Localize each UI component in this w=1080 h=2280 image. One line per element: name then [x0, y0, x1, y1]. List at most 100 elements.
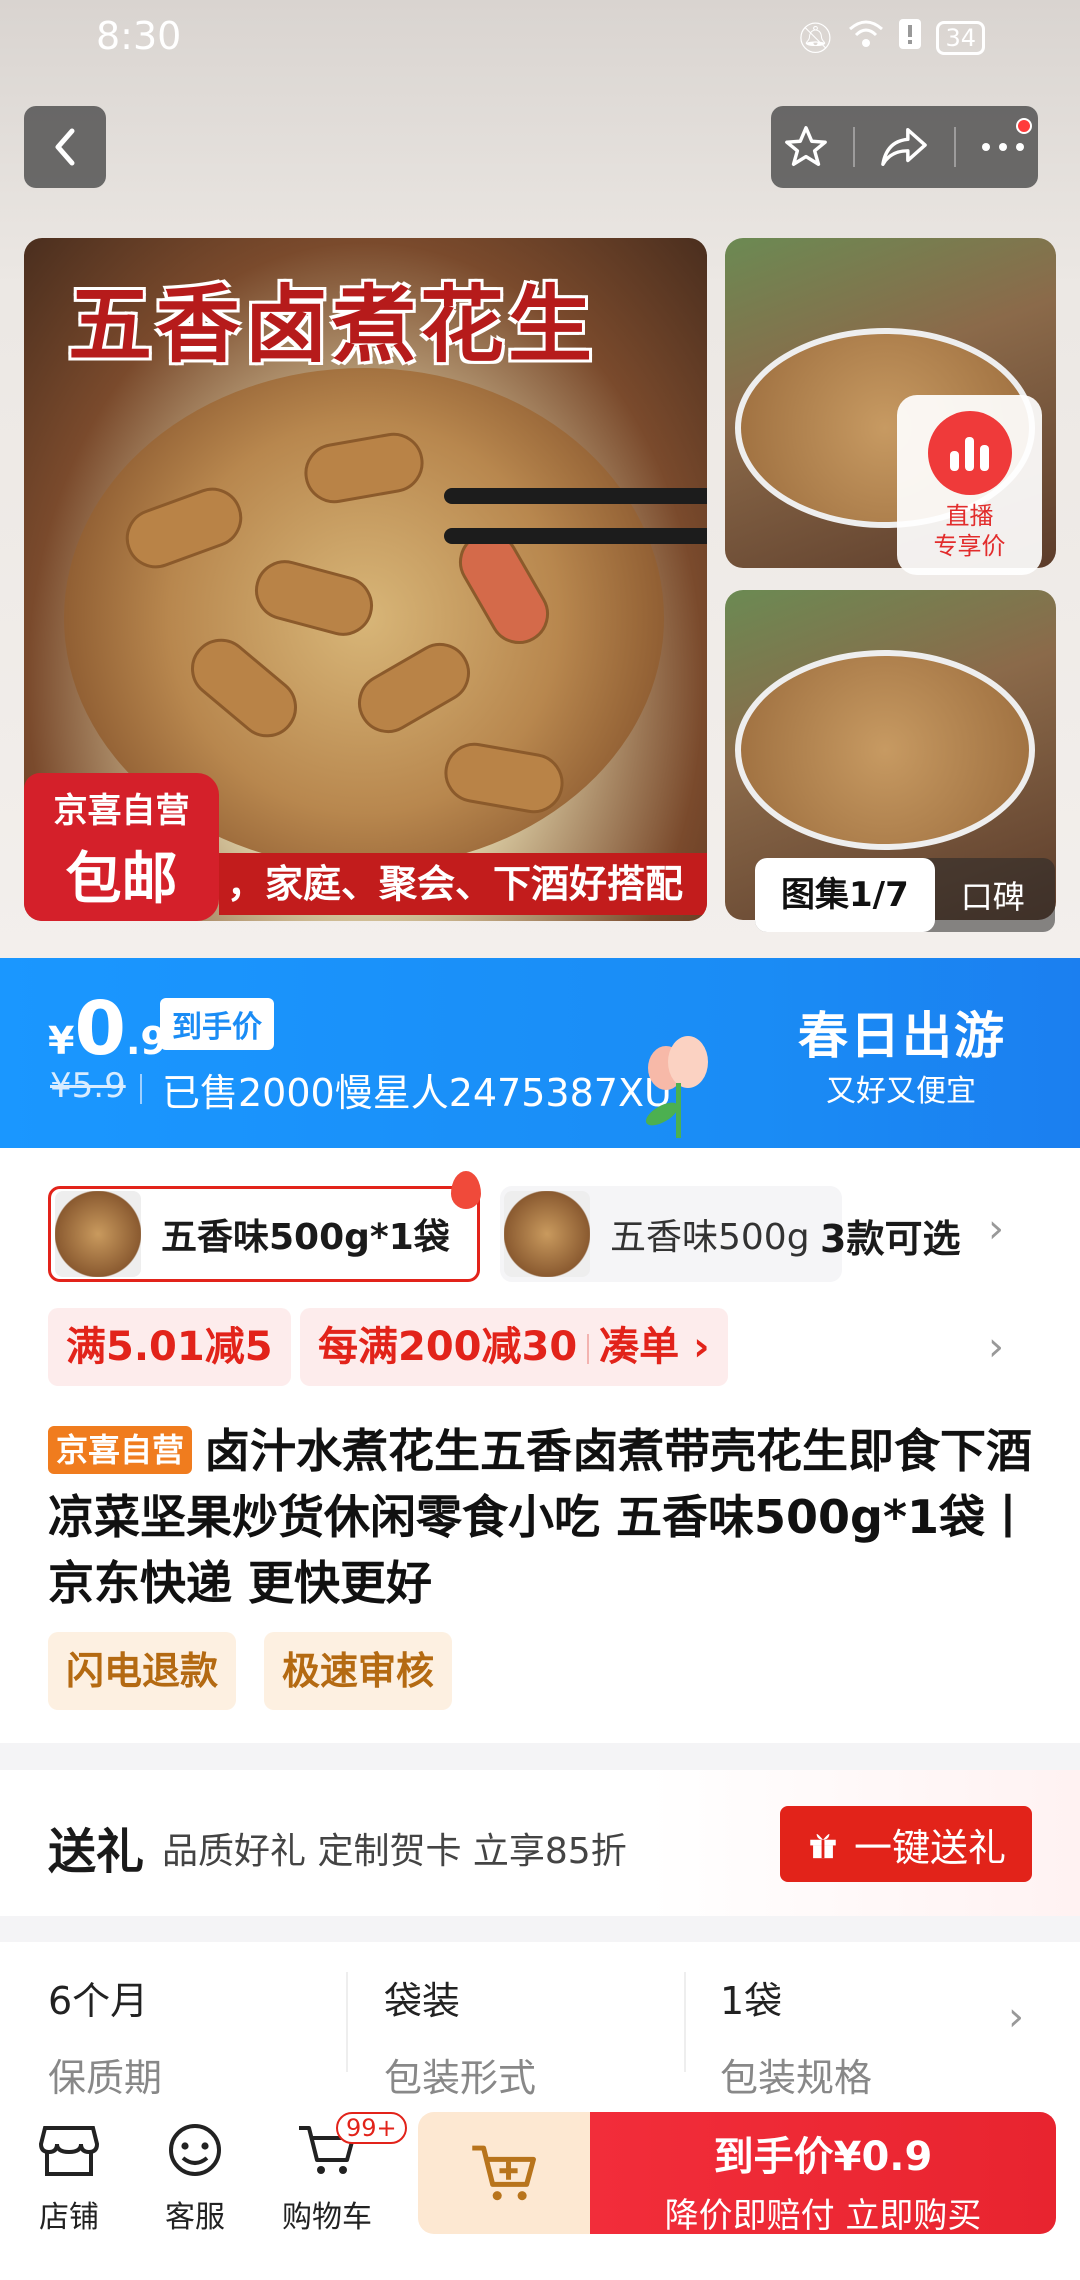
- coupon-2-action: 凑单: [599, 1324, 680, 1370]
- badge-line2: 包邮: [65, 847, 178, 912]
- product-title-text: 卤汁水煮花生五香卤煮带壳花生即食下酒凉菜坚果炒货休闲零食小吃 五香味500g*1…: [48, 1424, 1033, 1610]
- spec-value: 袋装: [384, 1979, 461, 2023]
- live-line2: 专享价: [933, 532, 1006, 560]
- divider: [346, 1972, 348, 2072]
- spec-shelf-life: 6个月 保质期: [48, 1970, 348, 2102]
- image-title: 五香卤煮花生: [68, 275, 597, 374]
- divider: [853, 127, 856, 167]
- coupon-1[interactable]: 满5.01减5: [48, 1308, 291, 1386]
- current-price: ¥ 0 .9: [48, 986, 167, 1072]
- gallery-counter[interactable]: 图集1/7: [755, 858, 935, 932]
- spec-key: 包装规格: [720, 2056, 873, 2100]
- promo-subtitle: 又好又便宜: [826, 1074, 976, 1109]
- add-to-cart-button[interactable]: [418, 2112, 590, 2234]
- bottom-action-bar: 店铺 客服 购物车 99+ 到手价¥0.9 降价即赔付 立即购买: [0, 2102, 1080, 2280]
- status-bar: 8:30 🔕︎ 34: [0, 0, 1080, 80]
- dish-graphic: [735, 650, 1035, 850]
- buy-price: 到手价¥0.9: [713, 2134, 933, 2180]
- gift-row: 送礼 品质好礼 定制贺卡 立享85折 一键送礼: [0, 1770, 1080, 1916]
- self-operated-tag: 京喜自营: [48, 1426, 193, 1474]
- chevron-left-icon: [55, 128, 75, 166]
- service-label: 客服: [165, 2200, 225, 2235]
- gallery-tabs: 图集1/7 口碑: [755, 858, 1055, 932]
- status-icons: 🔕︎ 34: [796, 18, 985, 58]
- tab-reviews[interactable]: 口碑: [935, 872, 1025, 918]
- chevron-right-icon: ›: [679, 1324, 710, 1370]
- coupon-2[interactable]: 每满200减30 凑单 ›: [300, 1308, 728, 1386]
- self-operated-badge: 京喜自营 包邮: [24, 773, 219, 921]
- variant-option-selected[interactable]: 五香味500g*1袋: [48, 1171, 481, 1282]
- chopstick-graphic: [444, 528, 707, 544]
- live-icon: [927, 411, 1012, 495]
- chevron-right-icon: ›: [1008, 1994, 1024, 2040]
- variant-thumbnail: [55, 1191, 141, 1277]
- divider: [587, 1334, 590, 1364]
- product-gallery-area: 8:30 🔕︎ 34 五香卤煮花生 ，家庭、聚会、下酒好搭配 京喜自营 包邮 直…: [0, 0, 1080, 958]
- flower-icon: [645, 1036, 708, 1138]
- price-banner: ¥ 0 .9 到手价 ¥5.9 已售2000慢星人2475387XU 春日出游 …: [0, 958, 1080, 1148]
- gift-button-label: 一键送礼: [853, 1825, 1006, 1870]
- spec-key: 保质期: [48, 2056, 163, 2100]
- buy-subtext: 降价即赔付 立即购买: [664, 2196, 982, 2236]
- battery-icon: 34: [936, 21, 985, 55]
- divider: [953, 127, 956, 167]
- gift-button[interactable]: 一键送礼: [780, 1806, 1032, 1882]
- chevron-right-icon[interactable]: ›: [988, 1206, 1004, 1252]
- promo-title: 春日出游: [798, 1007, 1006, 1065]
- cart-button[interactable]: 购物车 99+: [272, 2112, 407, 2236]
- chopstick-graphic: [444, 488, 707, 504]
- final-price-tag: 到手价: [160, 998, 274, 1050]
- service-badge-review: 极速审核: [264, 1632, 453, 1710]
- cart-label: 购物车: [282, 2200, 372, 2235]
- spec-row[interactable]: 6个月 保质期 袋装 包装形式 1袋 包装规格 ›: [0, 1942, 1080, 2102]
- variant-label: 五香味500g: [610, 1217, 810, 1258]
- variant-selector: 五香味500g*1袋 五香味500g 3款可选 ›: [48, 1171, 1048, 1282]
- back-button[interactable]: [24, 106, 106, 188]
- image-caption: ，家庭、聚会、下酒好搭配: [219, 853, 707, 915]
- spec-key: 包装形式: [384, 2056, 537, 2100]
- wifi-icon: [848, 19, 884, 57]
- variant-count[interactable]: 3款可选: [820, 1208, 960, 1263]
- mute-icon: 🔕︎: [796, 20, 835, 56]
- main-product-image[interactable]: 五香卤煮花生 ，家庭、聚会、下酒好搭配 京喜自营 包邮: [24, 238, 707, 921]
- star-icon[interactable]: [783, 124, 829, 170]
- share-icon[interactable]: [879, 124, 929, 170]
- sold-count: 已售2000慢星人2475387XU: [162, 1071, 672, 1115]
- service-badge-refund: 闪电退款: [48, 1632, 237, 1710]
- coupon-2-label: 每满200减30: [318, 1324, 578, 1370]
- spec-value: 6个月: [48, 1979, 149, 2023]
- product-title: 京喜自营 卤汁水煮花生五香卤煮带壳花生即食下酒凉菜坚果炒货休闲零食小吃 五香味50…: [48, 1418, 1038, 1616]
- gift-subtitle: 品质好礼 定制贺卡 立享85折: [162, 1831, 627, 1872]
- add-cart-icon: [472, 2145, 536, 2201]
- gift-title: 送礼: [48, 1824, 145, 1880]
- shop-label: 店铺: [39, 2200, 99, 2235]
- spec-value: 1袋: [720, 1979, 783, 2023]
- variant-option[interactable]: 五香味500g: [500, 1186, 842, 1282]
- buy-now-button[interactable]: 到手价¥0.9 降价即赔付 立即购买: [590, 2112, 1056, 2236]
- live-price-badge[interactable]: 直播 专享价: [897, 395, 1042, 575]
- badge-line1: 京喜自营: [53, 791, 190, 831]
- divider: [140, 1074, 142, 1104]
- chevron-right-icon[interactable]: ›: [988, 1324, 1004, 1370]
- currency-symbol: ¥: [48, 1019, 75, 1063]
- more-icon[interactable]: [980, 141, 1026, 153]
- divider: [684, 1972, 686, 2072]
- status-time: 8:30: [96, 14, 182, 58]
- price-integer: 0: [74, 986, 126, 1072]
- live-label: 直播 专享价: [897, 501, 1042, 561]
- notification-dot: [1016, 118, 1032, 134]
- chat-smile-icon: [169, 2124, 221, 2176]
- spec-package-size: 1袋 包装规格: [720, 1970, 1020, 2102]
- spec-package-type: 袋装 包装形式: [384, 1970, 684, 2102]
- product-info-card: 五香味500g*1袋 五香味500g 3款可选 › 满5.01减5 每满200减…: [0, 1148, 1080, 1743]
- gift-icon: [810, 1833, 836, 1859]
- top-actions: [771, 106, 1038, 188]
- customer-service-button[interactable]: 客服: [140, 2120, 250, 2236]
- original-price: ¥5.9: [50, 1066, 126, 1106]
- live-line1: 直播: [945, 502, 994, 530]
- shop-button[interactable]: 店铺: [14, 2120, 124, 2236]
- cart-count-badge: 99+: [336, 2112, 407, 2144]
- hot-icon: [451, 1171, 481, 1209]
- variant-thumbnail: [504, 1191, 590, 1277]
- alert-icon: [898, 18, 922, 58]
